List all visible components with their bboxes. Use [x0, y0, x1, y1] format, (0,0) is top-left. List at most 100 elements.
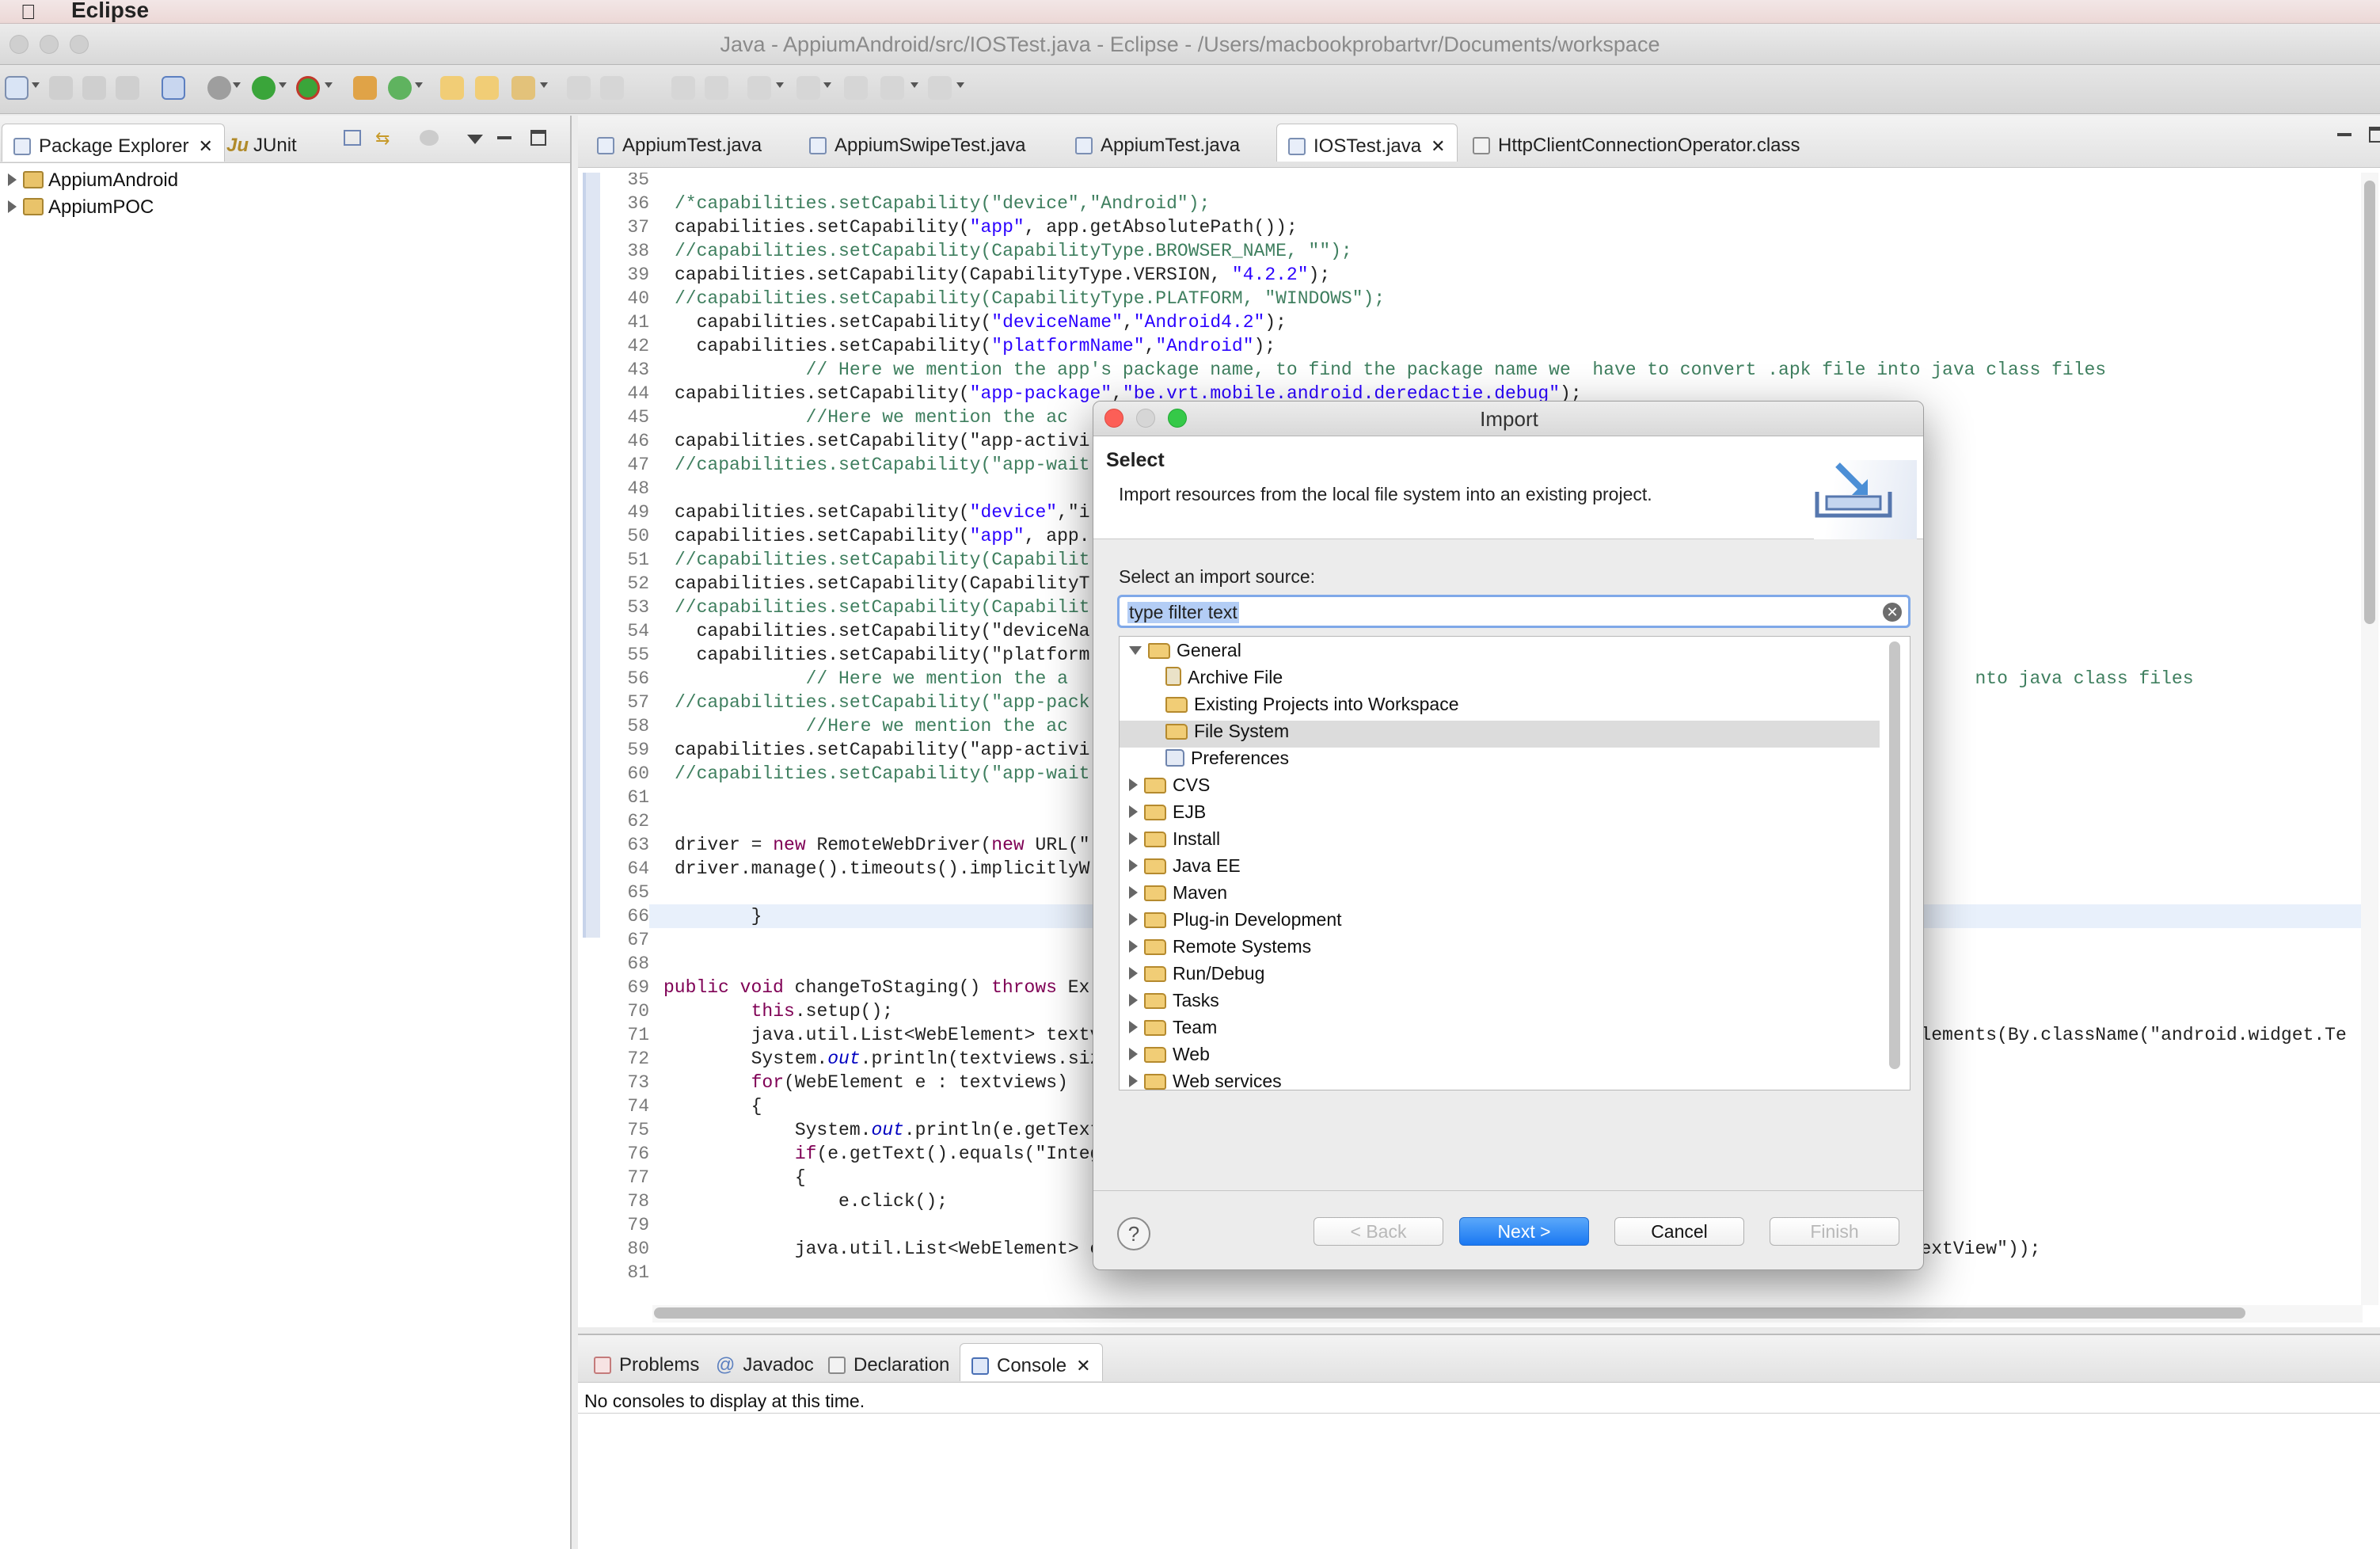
expand-icon[interactable]	[8, 200, 17, 213]
close-tab-icon[interactable]: ✕	[1076, 1356, 1090, 1376]
tab-junit[interactable]: Ju JUnit	[215, 124, 308, 162]
save-all-icon[interactable]	[82, 76, 106, 100]
print-icon[interactable]	[116, 76, 139, 100]
view-menu-icon[interactable]	[467, 135, 483, 144]
tree-item[interactable]: Existing Projects into Workspace	[1120, 694, 1880, 721]
toggle-icon[interactable]	[671, 76, 695, 100]
expand-icon[interactable]	[1129, 859, 1138, 872]
editor-tab-active[interactable]: IOSTest.java ✕	[1276, 124, 1458, 162]
expand-icon[interactable]	[1129, 805, 1138, 818]
edit-icon[interactable]	[567, 76, 591, 100]
filter-input[interactable]: type filter text ✕	[1117, 595, 1910, 628]
mark-icon[interactable]	[600, 76, 624, 100]
code-line[interactable]: capabilities.setCapability("app-activi	[675, 429, 1090, 453]
code-line[interactable]: capabilities.setCapability("deviceName",…	[675, 310, 1287, 334]
next-annotation-icon[interactable]	[797, 76, 820, 100]
tab-declaration[interactable]: Declaration	[817, 1343, 960, 1381]
code-line[interactable]: public void changeToStaging() throws Ex	[663, 976, 1089, 999]
code-line[interactable]: }	[675, 904, 762, 928]
code-line[interactable]: capabilities.setCapability("app-activi	[675, 738, 1090, 762]
debug-settings-icon[interactable]	[207, 76, 231, 100]
back-button[interactable]: < Back	[1314, 1217, 1443, 1246]
open-task-icon[interactable]	[475, 76, 499, 100]
code-line[interactable]: capabilities.setCapability("app", app.	[675, 524, 1090, 548]
tree-item[interactable]: Tasks	[1120, 990, 1880, 1017]
save-icon[interactable]	[49, 76, 73, 100]
code-line[interactable]: capabilities.setCapability("app", app.ge…	[675, 215, 1298, 239]
help-button[interactable]: ?	[1117, 1217, 1150, 1250]
code-line[interactable]: //capabilities.setCapability(CapabilityT…	[675, 239, 1352, 263]
code-line[interactable]: {	[675, 1094, 762, 1118]
code-line[interactable]: capabilities.setCapability("platformName…	[675, 334, 1276, 358]
apple-icon[interactable]: 	[21, 0, 36, 25]
code-line[interactable]: /*capabilities.setCapability("device","A…	[675, 192, 1210, 215]
code-line[interactable]: for(WebElement e : textviews)	[675, 1071, 1068, 1094]
editor-tab[interactable]: AppiumSwipeTest.java	[798, 124, 1036, 162]
expand-icon[interactable]	[8, 173, 17, 186]
collapse-all-icon[interactable]	[344, 130, 361, 146]
code-line[interactable]: //capabilities.setCapability(CapabilityT…	[675, 287, 1385, 310]
code-line[interactable]: //capabilities.setCapability(Capabilit	[675, 548, 1090, 572]
code-line[interactable]: if(e.getText().equals("Integ	[675, 1142, 1101, 1166]
code-line[interactable]: //capabilities.setCapability("app-pack	[675, 691, 1090, 714]
tree-item[interactable]: CVS	[1120, 774, 1880, 801]
code-line[interactable]: driver = new RemoteWebDriver(new URL("	[675, 833, 1090, 857]
code-line[interactable]: capabilities.setCapability("platform	[675, 643, 1090, 667]
tree-item[interactable]: Web	[1120, 1044, 1880, 1071]
tab-javadoc[interactable]: @ Javadoc	[705, 1343, 825, 1381]
tree-item[interactable]: Java EE	[1120, 855, 1880, 882]
tree-item[interactable]: Web services	[1120, 1071, 1880, 1098]
editor-tab[interactable]: AppiumTest.java	[586, 124, 773, 162]
skip-breakpoints-icon[interactable]	[162, 76, 185, 100]
code-line[interactable]: //Here we mention the ac	[675, 405, 1068, 429]
code-line[interactable]: capabilities.setCapability("device","i	[675, 500, 1090, 524]
expand-icon[interactable]	[1129, 913, 1138, 926]
editor-tab[interactable]: HttpClientConnectionOperator.class	[1462, 124, 1812, 162]
code-line[interactable]: System.out.println(textviews.siz	[675, 1047, 1101, 1071]
tab-problems[interactable]: Problems	[583, 1343, 710, 1381]
new-java-project-icon[interactable]	[353, 76, 377, 100]
focus-icon[interactable]	[420, 130, 439, 146]
editor-vertical-scroll-thumb[interactable]	[2364, 181, 2375, 624]
code-line[interactable]: // Here we mention the app's package nam…	[675, 358, 2106, 382]
project-appiumandroid[interactable]: AppiumAndroid	[8, 169, 178, 196]
editor-horizontal-scroll-thumb[interactable]	[654, 1307, 2245, 1319]
minimize-editor-icon[interactable]	[2337, 133, 2351, 136]
tab-console[interactable]: Console ✕	[960, 1343, 1103, 1381]
code-line[interactable]: capabilities.setCapability("deviceNa	[675, 619, 1090, 643]
expand-icon[interactable]	[1129, 1021, 1138, 1033]
project-appiumpoc[interactable]: AppiumPOC	[8, 196, 154, 223]
code-line[interactable]: //capabilities.setCapability("app-wait	[675, 762, 1090, 786]
run-external-icon[interactable]	[296, 76, 320, 100]
expand-icon[interactable]	[1129, 1048, 1138, 1060]
expand-icon[interactable]	[1129, 967, 1138, 980]
forward-icon[interactable]	[928, 76, 952, 100]
tree-item[interactable]: Preferences	[1120, 748, 1880, 774]
search-icon[interactable]	[511, 76, 535, 100]
tree-item[interactable]: Run/Debug	[1120, 963, 1880, 990]
expand-icon[interactable]	[1129, 832, 1138, 845]
code-line[interactable]: //capabilities.setCapability(Capabilit	[675, 596, 1090, 619]
block-icon[interactable]	[705, 76, 728, 100]
tree-item[interactable]: Install	[1120, 828, 1880, 855]
collapse-icon[interactable]	[1129, 646, 1142, 655]
tree-item[interactable]: Remote Systems	[1120, 936, 1880, 963]
code-line[interactable]: driver.manage().timeouts().implicitlyW	[675, 857, 1090, 881]
expand-icon[interactable]	[1129, 940, 1138, 953]
new-icon[interactable]	[5, 76, 29, 100]
code-line[interactable]: capabilities.setCapability(CapabilityT	[675, 572, 1090, 596]
maximize-editor-icon[interactable]	[2369, 127, 2380, 143]
close-tab-icon[interactable]: ✕	[1431, 136, 1445, 157]
expand-icon[interactable]	[1129, 994, 1138, 1007]
code-line[interactable]: e.click();	[675, 1189, 948, 1213]
editor-tab[interactable]: AppiumTest.java	[1064, 124, 1251, 162]
cancel-button[interactable]: Cancel	[1614, 1217, 1744, 1246]
back-icon[interactable]	[844, 76, 868, 100]
minimize-view-icon[interactable]	[497, 136, 511, 139]
new-class-icon[interactable]	[388, 76, 412, 100]
tree-item[interactable]: File System	[1120, 721, 1880, 748]
code-line[interactable]: this.setup();	[675, 999, 893, 1023]
code-line[interactable]: {	[675, 1166, 806, 1189]
tree-item[interactable]: Plug-in Development	[1120, 909, 1880, 936]
run-icon[interactable]	[252, 76, 276, 100]
